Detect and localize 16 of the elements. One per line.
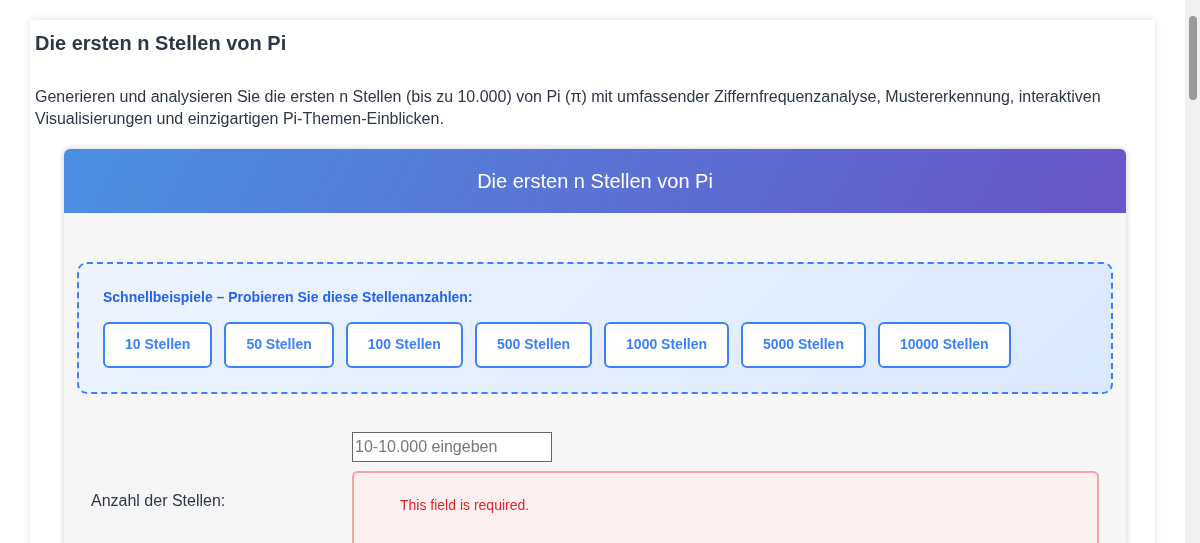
quick-example-button[interactable]: 50 Stellen — [224, 321, 334, 368]
digits-label: Anzahl der Stellen: — [91, 490, 227, 510]
scrollbar-thumb[interactable] — [1188, 16, 1197, 100]
scrollbar[interactable] — [1185, 0, 1200, 543]
quick-example-button[interactable]: 5000 Stellen — [741, 321, 866, 368]
digits-input-field[interactable]: 10-10.000 eingeben — [352, 431, 552, 462]
error-message: This field is required. — [352, 470, 1099, 543]
quick-example-button[interactable]: 500 Stellen — [474, 321, 593, 368]
quick-example-button[interactable]: 1000 Stellen — [604, 321, 729, 368]
quick-example-button[interactable]: 10000 Stellen — [877, 321, 1011, 368]
tool-header: Die ersten n Stellen von Pi — [64, 149, 1126, 213]
quick-example-button[interactable]: 10 Stellen — [103, 321, 213, 368]
page-description: Generieren und analysieren Sie die ersten n Stellen (bis zu 10.000) von Pi (π) mit umfassender Ziffernfrequenzanalyse, Mustererkennung, interaktiven Visualisierungen und einzigartigen Pi-Themen-Einblicken. — [35, 87, 1102, 129]
quick-examples-label: Schnellbeispiele – Probieren Sie diese Stellenanzahlen: — [103, 289, 474, 306]
quick-example-button[interactable]: 100 Stellen — [345, 321, 463, 368]
page-title: Die ersten n Stellen von Pi — [35, 31, 288, 56]
